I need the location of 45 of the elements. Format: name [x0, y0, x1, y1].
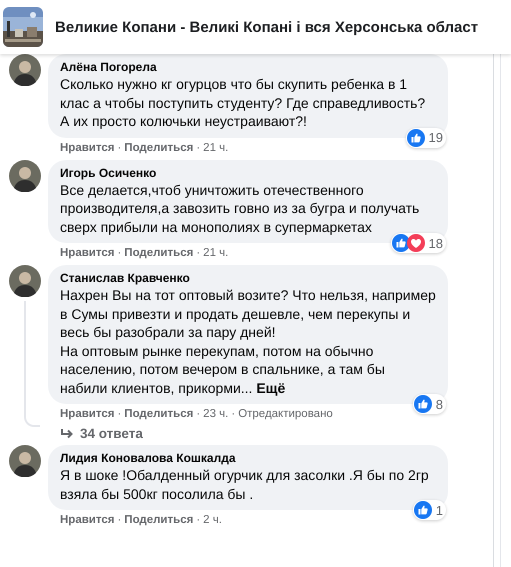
separator: · [117, 140, 122, 156]
comment-text: Нахрен Вы на тот оптовый возите? Что нельзя, например в Сумы привезти и продать дешевле, чем перекупы и весь бы разобрали за пару дней! На оптовым рынке перекупам, потом на обычно населению, потом вечером в спальнике, а там бы набили клиентов, прикорми... Ещё [60, 286, 436, 397]
comment-text: Я в шоке !Обалденный огурчик для засолки .Я бы по 2гр взяла бы 500кг посолила бы . [60, 466, 430, 503]
like-icon [392, 234, 410, 252]
action-link[interactable]: Поделиться [124, 246, 194, 261]
separator: · [117, 513, 122, 528]
action-link[interactable]: Поделиться [124, 407, 194, 422]
action-link[interactable]: Поделиться [124, 140, 194, 156]
view-replies-link[interactable]: 34 ответа [48, 422, 143, 441]
avatar[interactable] [9, 160, 41, 192]
group-title[interactable]: Великие Копани - Великі Копані і вся Херсонська област [55, 18, 478, 36]
avatar[interactable] [9, 54, 41, 86]
separator: · [231, 407, 236, 422]
timestamp[interactable]: 21 ч. [203, 140, 228, 156]
like-icon [406, 128, 425, 146]
author-name[interactable]: Алёна Погорела [60, 60, 436, 75]
action-link[interactable]: Нравится [60, 140, 114, 156]
separator: · [196, 513, 200, 528]
comment-text: Сколько нужно кг огурцов что бы скупить ребенка в 1 клас а чтобы поступить студенту? Где справедливость? А их просто колючьки неустраивают?! [60, 75, 426, 130]
timestamp[interactable]: 21 ч. [203, 246, 228, 261]
reaction-badge[interactable]: 19 [406, 128, 446, 148]
timestamp[interactable]: 23 ч. [203, 407, 228, 422]
separator: · [196, 246, 200, 261]
avatar[interactable] [9, 265, 41, 297]
avatar[interactable] [9, 445, 41, 477]
author-name[interactable]: Игорь Осиченко [60, 166, 436, 180]
timestamp[interactable]: Отредактировано [238, 407, 333, 422]
separator: · [117, 246, 122, 261]
timestamp[interactable]: 2 ч. [203, 513, 222, 528]
action-link[interactable]: Поделиться [124, 513, 194, 528]
reaction-badge[interactable]: 1 [412, 500, 446, 520]
like-icon [414, 501, 432, 519]
comment-text: Все делается,чтоб уничтожить отечественного производителя,а завозить говно из за бугра и получать сверх прибыли на монополиях в супермаркетах [60, 180, 420, 236]
action-link[interactable]: Нравится [60, 513, 114, 528]
reaction-badge[interactable]: 8 [412, 394, 446, 414]
like-icon [414, 395, 432, 413]
author-name[interactable]: Лидия Коновалова Кошкалда [60, 451, 436, 466]
separator: · [196, 407, 200, 422]
reaction-badge[interactable]: 18 [390, 233, 446, 253]
author-name[interactable]: Станислав Кравченко [60, 271, 436, 286]
separator: · [117, 407, 122, 422]
separator: · [196, 140, 200, 156]
action-link[interactable]: Нравится [60, 407, 114, 422]
reply-arrow-icon [60, 428, 74, 440]
action-link[interactable]: Нравится [60, 246, 114, 261]
